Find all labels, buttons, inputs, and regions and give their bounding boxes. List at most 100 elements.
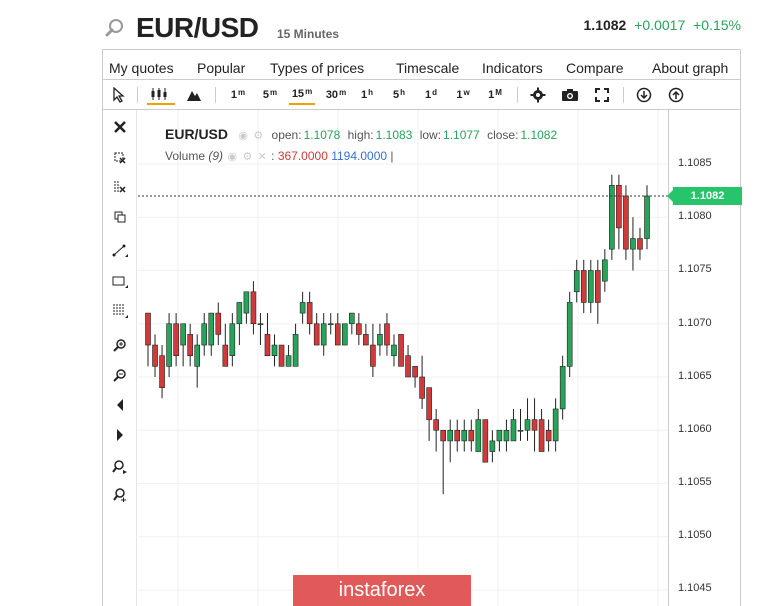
scroll-right-icon[interactable] <box>109 424 131 446</box>
zoom-out-icon[interactable] <box>109 364 131 386</box>
close-icon[interactable]: ✕ <box>258 151 267 163</box>
candle-body <box>320 323 327 346</box>
toolbar-separator <box>215 87 216 103</box>
fullscreen-icon[interactable] <box>591 85 613 105</box>
price-tick: 1.1075 <box>678 263 712 275</box>
candle-body <box>384 323 390 346</box>
search-icon[interactable] <box>105 18 125 38</box>
price-tick: 1.1055 <box>678 476 712 488</box>
delete-drawing-icon[interactable] <box>109 146 131 168</box>
candle-body <box>559 366 566 410</box>
candle-body <box>602 259 608 282</box>
menu-about-graph[interactable]: About graph <box>652 60 728 76</box>
timeframe-1w[interactable]: 1w <box>453 85 473 105</box>
candle-body <box>264 334 271 356</box>
candle-body <box>159 355 165 388</box>
candle-body <box>180 323 186 346</box>
candle-body <box>313 323 320 346</box>
candle-body <box>398 334 404 367</box>
eye-icon[interactable]: ◉ <box>227 151 237 163</box>
candle-body <box>250 291 257 325</box>
timeframe-5m[interactable]: 5m <box>259 85 281 105</box>
candle-body <box>468 429 475 442</box>
zoom-in-icon[interactable] <box>109 334 131 356</box>
candle-body <box>580 270 587 303</box>
gear-icon[interactable]: ⚙ <box>242 151 252 163</box>
price-change-pct: +0.15% <box>693 17 741 33</box>
volume-sep: : <box>271 149 275 163</box>
scroll-left-icon[interactable] <box>109 394 131 416</box>
candle-body <box>327 323 334 326</box>
timeframe-1d[interactable]: 1d <box>421 85 441 105</box>
timeframe-1m[interactable]: 1m <box>227 85 249 105</box>
menu-timescale[interactable]: Timescale <box>396 60 459 76</box>
rectangle-icon[interactable] <box>109 270 131 292</box>
candle-body <box>299 302 306 314</box>
candle-body <box>475 419 482 452</box>
candle-body <box>145 312 151 346</box>
timeframe-30m[interactable]: 30 m <box>323 85 349 105</box>
candle-body <box>637 238 643 250</box>
price-tick: 1.1080 <box>678 210 712 222</box>
candle-body <box>201 323 208 346</box>
eye-icon[interactable]: ◉ <box>238 130 248 142</box>
candle-body <box>644 195 650 239</box>
timeframe-15m[interactable]: 15 m <box>289 85 315 105</box>
volume-label: Volume <box>165 149 206 163</box>
menu-my-quotes[interactable]: My quotes <box>109 60 174 76</box>
toolbar-separator <box>623 87 624 103</box>
candle-body <box>173 323 179 357</box>
trendline-icon[interactable] <box>109 240 131 262</box>
drawing-tools <box>103 110 137 606</box>
candle-body <box>630 238 636 250</box>
candle-body <box>440 429 446 442</box>
candle-body <box>166 323 172 367</box>
cursor-icon[interactable] <box>109 85 129 105</box>
timeframe-1M[interactable]: 1M <box>485 85 505 105</box>
candlestick-icon[interactable] <box>147 85 175 105</box>
candle-body <box>552 408 559 442</box>
toolbar: 1m 5m 15 m 30 m 1h 5h 1d 1w 1M <box>103 80 740 110</box>
camera-icon[interactable] <box>559 85 581 105</box>
candle-body <box>334 323 341 346</box>
menu-popular[interactable]: Popular <box>197 60 245 76</box>
instaforex-banner[interactable]: instaforex <box>293 575 471 606</box>
menu-compare[interactable]: Compare <box>566 60 624 76</box>
copy-icon[interactable] <box>109 206 131 228</box>
delete-all-icon[interactable] <box>109 176 131 198</box>
candle-body <box>271 344 278 357</box>
timeframe-1h[interactable]: 1h <box>357 85 377 105</box>
candle-body <box>538 419 545 452</box>
candle-body <box>482 419 489 463</box>
candle-body <box>243 291 250 314</box>
toolbar-separator <box>137 87 138 103</box>
download-icon[interactable] <box>633 85 655 105</box>
zoom-fit-icon[interactable] <box>109 456 131 478</box>
interval-label: 15 Minutes <box>277 27 340 41</box>
zoom-reset-icon[interactable] <box>109 484 131 506</box>
candle-body <box>356 323 362 335</box>
candle-body <box>454 429 461 442</box>
candle-body <box>616 185 622 229</box>
price-tick: 1.1070 <box>678 317 712 329</box>
upload-icon[interactable] <box>665 85 687 105</box>
toolbar-separator <box>517 87 518 103</box>
fibonacci-icon[interactable] <box>109 300 131 322</box>
candle-body <box>341 323 348 346</box>
settings-gear-icon[interactable] <box>527 85 549 105</box>
candle-body <box>370 344 376 367</box>
price-tick: 1.1065 <box>678 370 712 382</box>
candlestick-chart <box>138 110 668 606</box>
timeframe-5h[interactable]: 5h <box>389 85 409 105</box>
chart-area[interactable] <box>138 110 668 606</box>
close-icon[interactable] <box>109 116 131 138</box>
volume-legend: Volume (9) ◉ ⚙ ✕ : 367.0000 1194.0000 | <box>165 149 394 163</box>
candle-body <box>412 366 418 378</box>
area-chart-icon[interactable] <box>183 85 205 105</box>
menu-types-of-prices[interactable]: Types of prices <box>270 60 364 76</box>
menu-bar: My quotes Popular Types of prices Timesc… <box>103 50 740 80</box>
candle-body <box>419 376 425 399</box>
menu-indicators[interactable]: Indicators <box>482 60 543 76</box>
gear-icon[interactable]: ⚙ <box>253 130 263 142</box>
candle-body <box>503 429 510 442</box>
